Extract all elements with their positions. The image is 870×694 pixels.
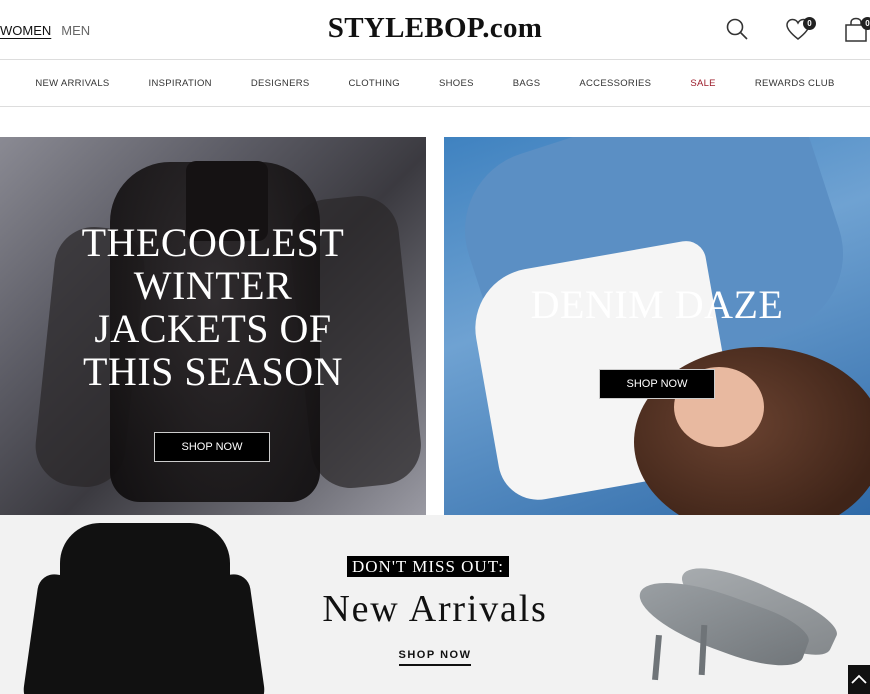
nav-item-bags[interactable]: BAGS [513, 78, 541, 89]
banner-title-line: WINTER [133, 263, 293, 308]
scroll-to-top-button[interactable] [848, 665, 870, 694]
shop-now-button[interactable]: SHOP NOW [599, 369, 715, 399]
new-arrivals-promo: DON'T MISS OUT: New Arrivals SHOP NOW [0, 515, 870, 694]
wishlist-button[interactable]: 0 [784, 16, 816, 44]
banner-title-line: THECOOLEST [81, 220, 345, 265]
nav-item-clothing[interactable]: CLOTHING [349, 78, 401, 89]
site-header: WOMEN MEN STYLEBOP.com 0 0 [0, 0, 870, 60]
nav-item-accessories[interactable]: ACCESSORIES [579, 78, 651, 89]
nav-item-inspiration[interactable]: INSPIRATION [149, 78, 212, 89]
shop-now-button[interactable]: SHOP NOW [154, 432, 270, 462]
promo-title: New Arrivals [322, 588, 548, 630]
banner-winter-jackets[interactable]: THECOOLEST WINTER JACKETS OF THIS SEASON… [0, 137, 426, 515]
banner-denim-daze[interactable]: DENIM DAZE SHOP NOW [444, 137, 870, 515]
nav-item-designers[interactable]: DESIGNERS [251, 78, 310, 89]
nav-item-shoes[interactable]: SHOES [439, 78, 474, 89]
wishlist-count-badge: 0 [803, 17, 816, 30]
bag-button[interactable]: 0 [842, 16, 870, 44]
promo-shop-now-link: SHOP NOW [0, 649, 870, 666]
nav-item-rewards-club[interactable]: REWARDS CLUB [755, 78, 835, 89]
bag-count-badge: 0 [861, 17, 870, 30]
main-nav: NEW ARRIVALS INSPIRATION DESIGNERS CLOTH… [0, 60, 870, 107]
search-icon[interactable] [724, 16, 752, 44]
shop-now-link[interactable]: SHOP NOW [398, 649, 472, 666]
banner-title-line: JACKETS OF [94, 306, 332, 351]
banner-title: THECOOLEST WINTER JACKETS OF THIS SEASON [0, 221, 426, 393]
nav-item-sale[interactable]: SALE [690, 78, 716, 89]
banner-title-line: THIS SEASON [83, 349, 343, 394]
nav-item-new-arrivals[interactable]: NEW ARRIVALS [35, 78, 109, 89]
chevron-up-icon [851, 674, 867, 684]
banner-title: DENIM DAZE [530, 282, 784, 327]
promo-tag: DON'T MISS OUT: [347, 556, 509, 577]
